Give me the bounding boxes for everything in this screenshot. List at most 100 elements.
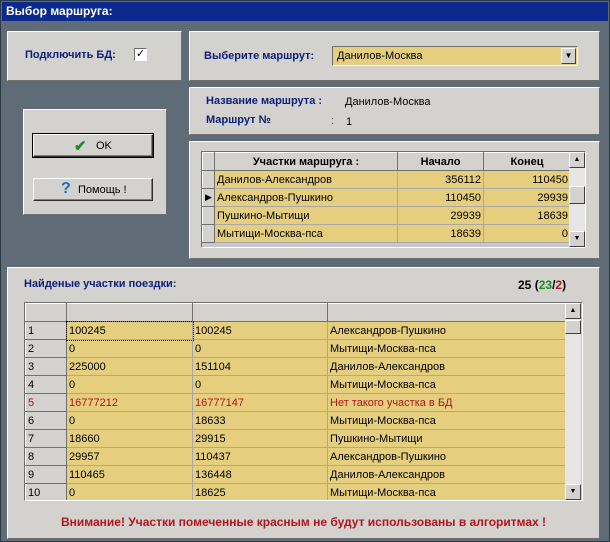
route-number-label: Маршрут № <box>206 114 271 126</box>
found-end[interactable]: 18625 <box>192 483 328 500</box>
scroll-down-icon[interactable]: ▼ <box>569 231 585 247</box>
found-start[interactable]: 0 <box>66 375 193 394</box>
db-checkbox[interactable]: ✓ <box>134 48 147 61</box>
segments-scrollbar[interactable]: ▲ ▼ <box>569 152 585 247</box>
found-end[interactable]: 136448 <box>192 465 328 484</box>
found-start[interactable]: 0 <box>66 483 193 500</box>
found-grid: 1 100245 100245 Александров-Пушкино 2 0 0 Мытищ… <box>24 302 583 501</box>
found-segment-name[interactable]: Александров-Пушкино <box>327 321 566 340</box>
checkmark-icon: ✔ <box>74 138 87 155</box>
found-segment-name[interactable]: Мытищи-Москва-пса <box>327 411 566 430</box>
found-segment-name[interactable]: Данилов-Александров <box>327 465 566 484</box>
segments-header-start[interactable]: Начало <box>397 152 484 171</box>
ok-button[interactable]: ✔ OK <box>32 133 154 158</box>
table-row[interactable]: Мытищи-Москва-пса 18639 0 <box>202 224 571 243</box>
scroll-thumb[interactable] <box>569 186 585 204</box>
table-row[interactable]: 8 29957 110437 Александров-Пушкино <box>25 447 566 466</box>
found-end[interactable]: 16777147 <box>192 393 328 412</box>
found-start[interactable]: 100245 <box>65 320 194 341</box>
found-end[interactable]: 0 <box>192 375 328 394</box>
found-start[interactable]: 29957 <box>66 447 193 466</box>
row-number: 6 <box>25 411 67 430</box>
found-start[interactable]: 16777212 <box>66 393 193 412</box>
row-number: 1 <box>25 321 67 340</box>
table-row[interactable]: 6 0 18633 Мытищи-Москва-пса <box>25 411 566 430</box>
buttons-panel: ✔ OK ? Помощь ! <box>23 109 167 215</box>
found-start[interactable]: 0 <box>66 339 193 358</box>
found-header-a[interactable] <box>66 303 193 322</box>
found-end[interactable]: 0 <box>192 339 328 358</box>
table-row[interactable]: Данилов-Александров 356112 110450 <box>202 170 571 189</box>
found-start[interactable]: 225000 <box>66 357 193 376</box>
segment-end[interactable]: 0 <box>483 224 571 243</box>
found-header-name[interactable] <box>327 303 566 322</box>
scroll-down-icon[interactable]: ▼ <box>565 484 581 500</box>
segment-start[interactable]: 356112 <box>397 170 484 189</box>
found-header-b[interactable] <box>192 303 328 322</box>
scroll-up-icon[interactable]: ▲ <box>565 303 581 319</box>
db-label: Подключить БД: <box>25 49 116 61</box>
route-combobox[interactable]: Данилов-Москва ▼ <box>332 46 578 66</box>
found-end[interactable]: 110437 <box>192 447 328 466</box>
route-select-label: Выберите маршрут: <box>204 50 315 62</box>
found-end[interactable]: 29915 <box>192 429 328 448</box>
found-scrollbar[interactable]: ▲ ▼ <box>565 303 581 500</box>
row-number: 9 <box>25 465 67 484</box>
count-ok: 23 <box>538 278 553 292</box>
found-end[interactable]: 151104 <box>192 357 328 376</box>
chevron-down-icon[interactable]: ▼ <box>561 48 576 64</box>
main-window: Выбор маршруга: Подключить БД: ✓ Выберит… <box>0 0 610 542</box>
segment-name[interactable]: Мытищи-Москва-пса <box>214 224 398 243</box>
segments-header-name[interactable]: Участки маршруга : <box>214 152 398 171</box>
row-indicator <box>202 206 215 225</box>
found-segment-name[interactable]: Пушкино-Мытищи <box>327 429 566 448</box>
found-start[interactable]: 110465 <box>66 465 193 484</box>
count-total: 25 <box>518 278 532 292</box>
help-button-label: Помощь ! <box>78 184 127 196</box>
segment-name[interactable]: Александров-Пушкино <box>214 188 398 207</box>
segment-start[interactable]: 110450 <box>397 188 484 207</box>
row-indicator <box>202 170 215 189</box>
found-segment-name[interactable]: Мытищи-Москва-пса <box>327 483 566 500</box>
table-row[interactable]: 10 0 18625 Мытищи-Москва-пса <box>25 483 566 500</box>
found-segment-name[interactable]: Нет такого участка в БД <box>327 393 566 412</box>
segment-end[interactable]: 110450 <box>483 170 571 189</box>
table-row[interactable]: 9 110465 136448 Данилов-Александров <box>25 465 566 484</box>
segment-name[interactable]: Пушкино-Мытищи <box>214 206 398 225</box>
table-row[interactable]: 7 18660 29915 Пушкино-Мытищи <box>25 429 566 448</box>
table-row[interactable]: ▶ Александров-Пушкино 110450 29939 <box>202 188 571 207</box>
route-info-panel: Название маршрута : Данилов-Москва Маршр… <box>189 87 600 135</box>
row-number: 5 <box>25 393 67 412</box>
found-segment-name[interactable]: Данилов-Александров <box>327 357 566 376</box>
route-number-value: 1 <box>346 116 353 128</box>
segment-start[interactable]: 29939 <box>397 206 484 225</box>
segment-start[interactable]: 18639 <box>397 224 484 243</box>
scroll-thumb[interactable] <box>565 320 581 334</box>
route-select-panel: Выберите маршрут: Данилов-Москва ▼ <box>189 31 600 81</box>
ok-button-label: OK <box>96 140 112 152</box>
table-row[interactable]: Пушкино-Мытищи 29939 18639 <box>202 206 571 225</box>
table-row[interactable]: 2 0 0 Мытищи-Москва-пса <box>25 339 566 358</box>
found-end[interactable]: 100245 <box>192 321 328 340</box>
found-start[interactable]: 18660 <box>66 429 193 448</box>
found-segment-name[interactable]: Мытищи-Москва-пса <box>327 339 566 358</box>
table-row[interactable]: 3 225000 151104 Данилов-Александров <box>25 357 566 376</box>
segment-end[interactable]: 18639 <box>483 206 571 225</box>
row-number: 3 <box>25 357 67 376</box>
table-row[interactable]: 5 16777212 16777147 Нет такого участка в БД <box>25 393 566 412</box>
scroll-up-icon[interactable]: ▲ <box>569 152 585 168</box>
segment-name[interactable]: Данилов-Александров <box>214 170 398 189</box>
found-end[interactable]: 18633 <box>192 411 328 430</box>
found-start[interactable]: 0 <box>66 411 193 430</box>
help-button[interactable]: ? Помощь ! <box>33 178 153 201</box>
found-label: Найденые участки поездки: <box>24 278 177 290</box>
segments-panel: Участки маршруга : Начало Конец Данилов-… <box>189 141 600 259</box>
segment-end[interactable]: 29939 <box>483 188 571 207</box>
segments-header-end[interactable]: Конец <box>483 152 571 171</box>
found-segment-name[interactable]: Мытищи-Москва-пса <box>327 375 566 394</box>
found-segment-name[interactable]: Александров-Пушкино <box>327 447 566 466</box>
table-row[interactable]: 1 100245 100245 Александров-Пушкино <box>25 320 566 341</box>
found-panel: Найденые участки поездки: 25 (23/2) 1 100… <box>7 267 600 539</box>
row-number: 8 <box>25 447 67 466</box>
table-row[interactable]: 4 0 0 Мытищи-Москва-пса <box>25 375 566 394</box>
